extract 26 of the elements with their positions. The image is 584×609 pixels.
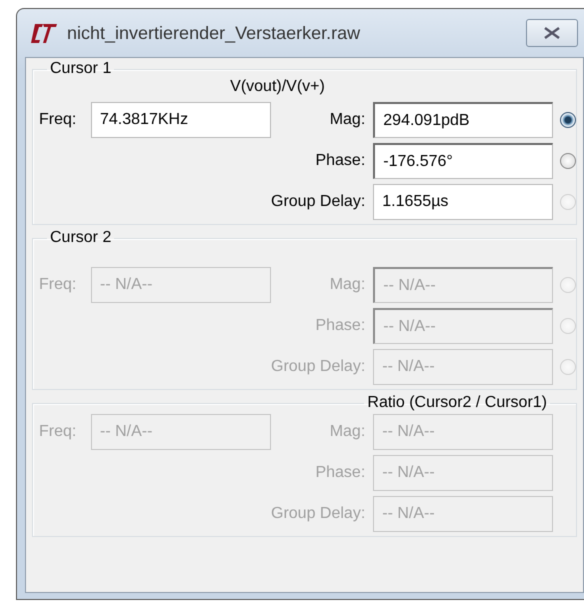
field-label: Mag: — [330, 111, 366, 129]
group-title: Cursor 1 — [49, 60, 112, 78]
field-label: Freq: — [39, 423, 78, 441]
field-label: Mag: — [330, 423, 366, 441]
value-field[interactable]: -176.576° — [373, 143, 554, 179]
field-label: Phase: — [315, 464, 366, 482]
window-title: nicht_invertierender_Verstaerker.raw — [67, 22, 362, 44]
field-label: Group Delay: — [271, 358, 366, 376]
radio-button[interactable] — [560, 112, 576, 128]
value-field[interactable]: 294.091pdB — [373, 102, 554, 138]
value-field[interactable]: 1.1655µs — [373, 184, 554, 220]
field-label: Phase: — [315, 317, 366, 335]
field-label: Freq: — [39, 276, 78, 294]
field-label: Mag: — [330, 276, 366, 294]
close-button[interactable] — [526, 19, 578, 47]
field-label: Freq: — [39, 111, 78, 129]
field-label: Group Delay: — [271, 193, 366, 211]
field-label: Phase: — [315, 152, 366, 170]
field-label: Group Delay: — [271, 505, 366, 523]
radio-button[interactable] — [560, 153, 576, 169]
group-title: Cursor 2 — [49, 229, 112, 247]
trace-name: V(vout)/V(v+) — [230, 78, 325, 95]
logo-icon — [29, 22, 59, 44]
value-field[interactable]: 74.3817KHz — [91, 102, 271, 138]
close-icon — [542, 26, 562, 40]
group-title: Ratio (Cursor2 / Cursor1) — [366, 394, 548, 412]
